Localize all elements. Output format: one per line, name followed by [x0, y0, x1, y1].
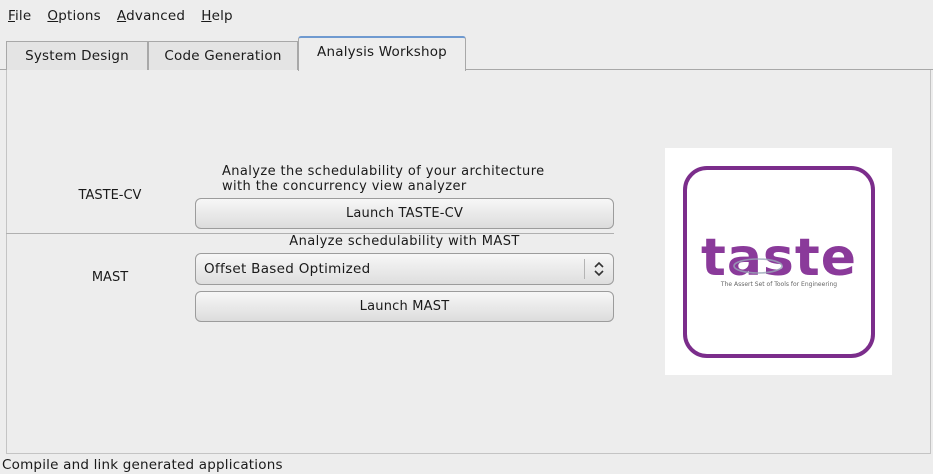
tab-bar: System Design Code Generation Analysis W…	[0, 32, 933, 71]
tab-system-design[interactable]: System Design	[6, 41, 148, 70]
taste-logo-tagline: The Assert Set of Tools for Engineering	[720, 281, 837, 288]
taste-cv-description-line1: Analyze the schedulability of your archi…	[222, 164, 545, 179]
menu-help[interactable]: Help	[197, 8, 245, 24]
menu-advanced[interactable]: Advanced	[113, 8, 197, 24]
up-down-chevron-icon	[594, 261, 604, 277]
tab-code-generation[interactable]: Code Generation	[148, 41, 298, 70]
tab-system-design-label: System Design	[25, 48, 129, 64]
tab-analysis-workshop-label: Analysis Workshop	[317, 44, 447, 60]
tab-analysis-workshop[interactable]: Analysis Workshop	[298, 36, 466, 71]
taste-cv-label: TASTE-CV	[78, 188, 142, 203]
menu-file-label: ile	[14, 8, 32, 24]
launch-taste-cv-button-label: Launch TASTE-CV	[345, 206, 464, 221]
menu-file[interactable]: File	[4, 8, 43, 24]
mast-analysis-type-value: Offset Based Optimized	[204, 261, 371, 277]
menu-advanced-label: dvanced	[126, 8, 186, 24]
menu-options[interactable]: Options	[43, 8, 113, 24]
menu-help-label: elp	[211, 8, 233, 24]
taste-cv-description-line2: with the concurrency view analyzer	[222, 179, 467, 194]
menu-advanced-mnemonic: A	[116, 8, 127, 24]
launch-mast-button[interactable]: Launch MAST	[195, 291, 614, 322]
mast-label: MAST	[91, 270, 129, 285]
combo-separator	[584, 259, 585, 279]
menu-file-mnemonic: F	[8, 8, 15, 24]
tab-code-generation-label: Code Generation	[164, 48, 282, 64]
status-bar: Compile and link generated applications	[0, 456, 933, 474]
launch-mast-button-label: Launch MAST	[359, 299, 450, 314]
mast-description: Analyze schedulability with MAST	[289, 234, 520, 249]
menu-options-mnemonic: O	[47, 8, 59, 24]
taste-logo: taste The Assert Set of Tools for Engine…	[665, 148, 892, 375]
taste-logo-image: taste The Assert Set of Tools for Engine…	[683, 166, 875, 358]
menu-help-mnemonic: H	[201, 8, 212, 24]
menu-options-label: ptions	[58, 8, 101, 24]
menu-bar: File Options Advanced Help	[0, 0, 933, 32]
taste-logo-word: taste	[701, 228, 857, 288]
status-text: Compile and link generated applications	[2, 457, 283, 473]
mast-analysis-type-select[interactable]: Offset Based Optimized	[195, 253, 614, 285]
launch-taste-cv-button[interactable]: Launch TASTE-CV	[195, 198, 614, 229]
